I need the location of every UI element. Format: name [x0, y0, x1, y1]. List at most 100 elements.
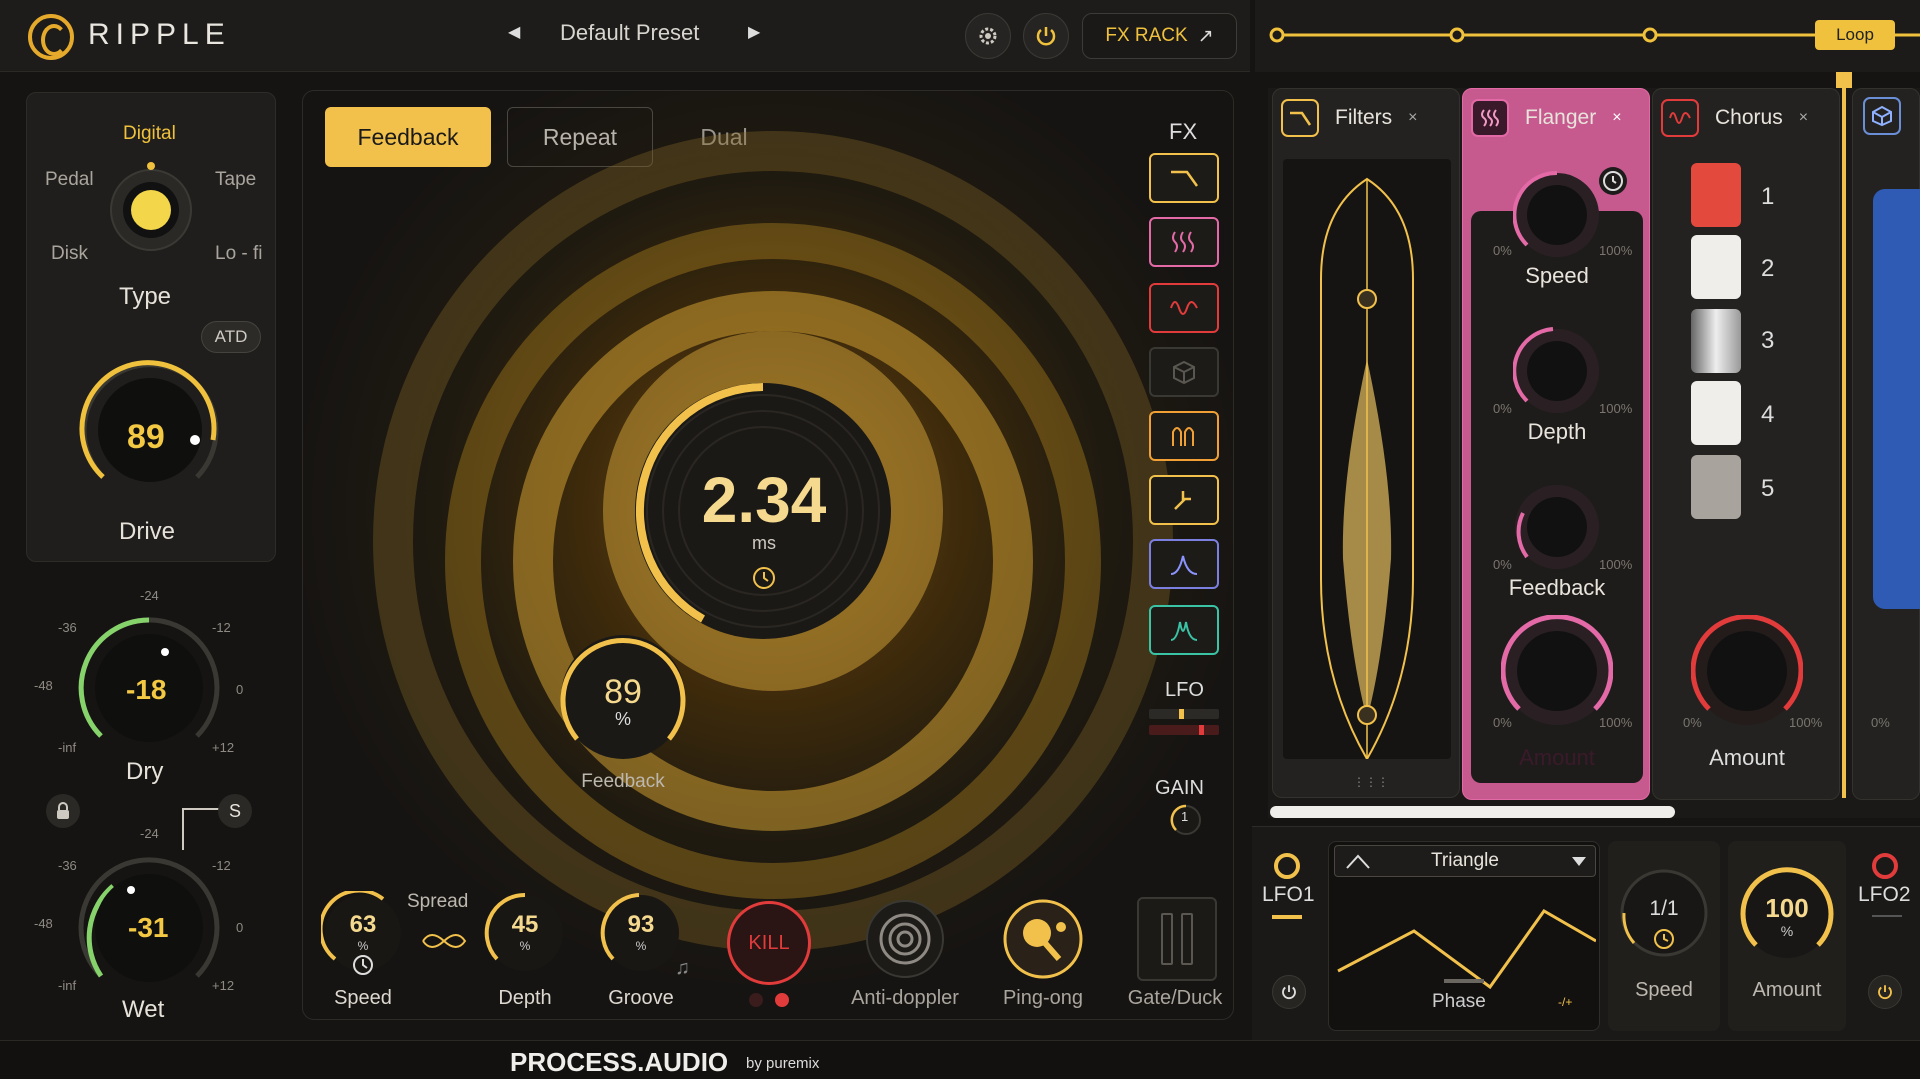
dry-label: Dry: [126, 758, 164, 785]
kill-led-left[interactable]: [749, 993, 763, 1007]
flanger-speed-label: Speed: [1525, 263, 1589, 288]
flanger-feedback-knob[interactable]: [1513, 483, 1601, 571]
flanger-close-icon[interactable]: ×: [1612, 109, 1621, 127]
lfo-panel: LFO1 Triangle Phase -/+ 1/1 Speed 100 % …: [1252, 826, 1920, 1042]
preset-next-icon[interactable]: ▶: [748, 22, 760, 42]
link-lock-button[interactable]: [46, 794, 80, 828]
lfo2-label[interactable]: LFO2: [1858, 883, 1911, 907]
flanger-depth-label: Depth: [1527, 419, 1587, 444]
type-option-digital[interactable]: Digital: [123, 123, 176, 145]
chorus-amount-label: Amount: [1709, 745, 1785, 770]
gain-value: 1: [1181, 809, 1189, 824]
type-option-pedal[interactable]: Pedal: [45, 169, 94, 191]
lfo2-power-button[interactable]: [1868, 975, 1902, 1009]
flanger-header: Flanger ×: [1471, 95, 1622, 141]
fx-slot-chorus[interactable]: [1149, 283, 1219, 333]
lfo-speed-clock-icon[interactable]: [1652, 927, 1676, 951]
chorus-amount-min: 0%: [1683, 715, 1702, 730]
rack-playhead-handle[interactable]: [1836, 72, 1852, 88]
tuning-fork-icon: [1174, 491, 1191, 510]
flanger-sync-clock-icon[interactable]: [1597, 165, 1629, 197]
lfo-meter-2: [1149, 725, 1219, 735]
flanger-amount-max: 100%: [1599, 715, 1633, 730]
fx-rack-button[interactable]: FX RACK ↗: [1082, 13, 1237, 59]
fx-slot-tune[interactable]: [1149, 475, 1219, 525]
rack-playhead[interactable]: [1842, 74, 1846, 798]
filters-drag-handle[interactable]: ⋮⋮⋮: [1353, 775, 1389, 789]
ping-pong-button[interactable]: [1001, 897, 1085, 981]
lfo-waveform-shape[interactable]: [1334, 881, 1596, 991]
anti-doppler-button[interactable]: [863, 897, 947, 981]
lfo1-active-bar: [1272, 915, 1302, 919]
footer-bar: PROCESS.AUDIO by puremix: [0, 1040, 1920, 1079]
footer-by: by puremix: [746, 1055, 820, 1072]
chorus-close-icon[interactable]: ×: [1799, 109, 1808, 127]
flanger-depth-knob[interactable]: [1513, 327, 1601, 415]
fx-slot-resonator[interactable]: [1149, 605, 1219, 655]
lfo2-indicator[interactable]: [1870, 851, 1900, 881]
clock-sync-icon[interactable]: [751, 565, 777, 591]
settings-gear-button[interactable]: [965, 13, 1011, 59]
lfo1-indicator[interactable]: [1272, 851, 1302, 881]
type-option-disk[interactable]: Disk: [51, 243, 88, 265]
fx-slot-eq[interactable]: [1149, 539, 1219, 589]
note-sync-icon[interactable]: ♫: [675, 957, 690, 980]
chorus-voice-pad-4[interactable]: [1691, 381, 1741, 445]
chorus-voice-pad-5[interactable]: [1691, 455, 1741, 519]
filters-close-icon[interactable]: ×: [1408, 109, 1417, 127]
speed-unit: %: [357, 939, 369, 953]
lfo1-power-button[interactable]: [1272, 975, 1306, 1009]
dry-tick-48: -48: [34, 678, 53, 693]
fx-slot-empty[interactable]: [1149, 347, 1219, 397]
lfo-sequencer-bar[interactable]: Loop: [1255, 0, 1920, 72]
flanger-amount-knob[interactable]: [1501, 615, 1613, 727]
atd-button[interactable]: ATD: [201, 321, 261, 353]
lfo2-active-bar: [1872, 915, 1902, 917]
lfo-label: LFO: [1165, 679, 1204, 701]
partial-module-min: 0%: [1871, 715, 1890, 730]
chorus-voice-pad-2[interactable]: [1691, 235, 1741, 299]
wet-value: -31: [128, 912, 169, 943]
filters-header: Filters ×: [1281, 95, 1418, 141]
lfo1-label[interactable]: LFO1: [1262, 883, 1315, 907]
chorus-header: Chorus ×: [1661, 95, 1808, 141]
drive-value: 89: [127, 418, 165, 456]
chorus-voice-pad-1[interactable]: [1691, 163, 1741, 227]
preset-name[interactable]: Default Preset: [560, 20, 699, 46]
lfo-amount-unit: %: [1780, 923, 1794, 939]
flanger-speed-min: 0%: [1493, 243, 1512, 258]
phase-slider-thumb[interactable]: [1444, 979, 1484, 983]
type-option-tape[interactable]: Tape: [215, 169, 256, 191]
filter-curve-display[interactable]: [1283, 159, 1451, 759]
rack-horizontal-scrollbar[interactable]: [1270, 806, 1675, 818]
cube-icon: [1173, 360, 1195, 385]
flanger-feedback-min: 0%: [1493, 557, 1512, 572]
type-selector-knob[interactable]: [91, 153, 211, 263]
gate-duck-button[interactable]: [1137, 897, 1217, 981]
preset-prev-icon[interactable]: ◀: [508, 22, 520, 42]
speed-clock-icon[interactable]: [351, 953, 375, 977]
chorus-voice-pad-3[interactable]: [1691, 309, 1741, 373]
phaser-icon: [1172, 427, 1194, 446]
waveform-dropdown[interactable]: Triangle: [1334, 845, 1596, 877]
chorus-amount-max: 100%: [1789, 715, 1823, 730]
loop-button[interactable]: Loop: [1815, 20, 1895, 50]
spread-infinity-icon[interactable]: [419, 929, 469, 953]
delay-time-value: 2.34: [701, 464, 827, 536]
flanger-speed-knob[interactable]: [1513, 171, 1601, 259]
app-title: RIPPLE: [88, 18, 231, 51]
kill-button[interactable]: KILL: [727, 901, 811, 985]
kill-led-right[interactable]: [775, 993, 789, 1007]
chorus-voice-label-4: 4: [1761, 401, 1775, 428]
power-button[interactable]: [1023, 13, 1069, 59]
solo-button[interactable]: S: [218, 794, 252, 828]
speed-label: Speed: [334, 987, 392, 1009]
phase-polarity-toggle[interactable]: -/+: [1558, 995, 1572, 1009]
fx-slot-filter[interactable]: [1149, 153, 1219, 203]
chorus-amount-knob[interactable]: [1691, 615, 1803, 727]
lock-icon: [57, 802, 69, 819]
fx-slot-flanger[interactable]: [1149, 217, 1219, 267]
type-option-lofi[interactable]: Lo - fi: [215, 243, 263, 265]
flanger-amount-min: 0%: [1493, 715, 1512, 730]
fx-slot-phaser[interactable]: [1149, 411, 1219, 461]
